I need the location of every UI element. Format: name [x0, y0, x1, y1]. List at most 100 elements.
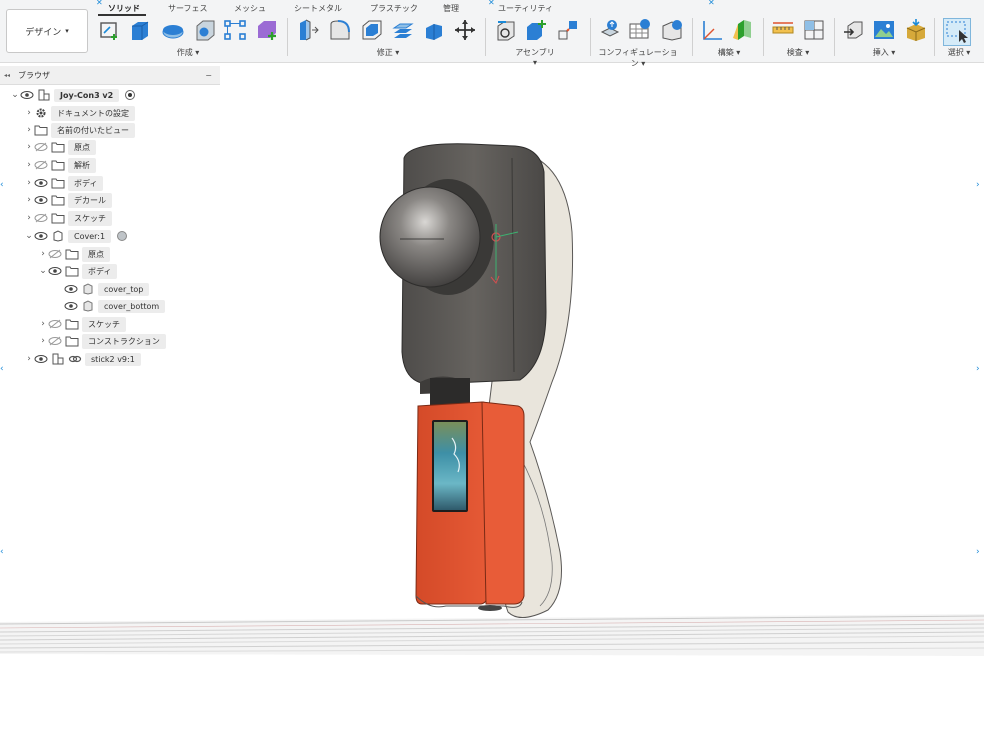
insert-derive-icon[interactable] — [842, 18, 866, 42]
group-label-create[interactable]: 作成 ▾ — [162, 47, 214, 58]
group-label-insert[interactable]: 挿入 ▾ — [866, 47, 902, 58]
browser-title: ブラウザ — [18, 70, 51, 80]
chevron-right-icon[interactable]: › — [24, 195, 34, 205]
body-icon — [83, 283, 93, 295]
browser-minimize-icon[interactable]: − — [205, 71, 212, 80]
combine-icon[interactable] — [391, 18, 415, 42]
pattern-icon[interactable] — [223, 18, 247, 42]
tab-utilities[interactable]: ユーティリティ — [498, 3, 553, 14]
shell-icon[interactable] — [360, 18, 384, 42]
tab-sheet-metal[interactable]: シートメタル — [294, 3, 342, 14]
eye-icon[interactable] — [34, 353, 48, 365]
tree-item-stick2[interactable]: › stick2 v9:1 — [24, 351, 141, 367]
chevron-down-icon[interactable]: ⌄ — [10, 90, 20, 100]
chevron-right-icon[interactable]: › — [24, 108, 34, 118]
eye-icon[interactable] — [34, 194, 48, 206]
chevron-right-icon[interactable]: › — [24, 354, 34, 364]
eye-hidden-icon[interactable] — [48, 318, 62, 330]
folder-icon — [51, 142, 65, 153]
interference-icon[interactable] — [802, 18, 826, 42]
tree-item-analysis[interactable]: › 解析 — [24, 157, 96, 173]
tab-mesh[interactable]: メッシュ — [234, 3, 266, 14]
tree-item-root[interactable]: ⌄ Joy-Con3 v2 — [10, 87, 140, 103]
workspace-label: デザイン — [25, 27, 62, 38]
offset-plane-icon[interactable] — [700, 18, 724, 42]
tree-item-bodies[interactable]: › ボディ — [24, 175, 104, 191]
eye-hidden-icon[interactable] — [34, 141, 48, 153]
chevron-down-icon[interactable]: ⌄ — [24, 231, 34, 241]
as-built-joint-icon[interactable] — [556, 18, 580, 42]
toolbar-divider — [287, 18, 288, 56]
move-copy-icon[interactable] — [453, 18, 477, 42]
hole-icon[interactable] — [193, 18, 217, 42]
workspace-switcher[interactable]: デザイン ▾ — [6, 9, 88, 53]
joint-icon[interactable] — [524, 18, 548, 42]
3d-viewport[interactable] — [0, 62, 984, 736]
replace-face-icon[interactable] — [422, 18, 446, 42]
create-sketch-icon[interactable] — [98, 18, 122, 42]
chevron-down-icon[interactable]: ⌄ — [38, 266, 48, 276]
eye-hidden-icon[interactable] — [34, 159, 48, 171]
eye-hidden-icon[interactable] — [34, 212, 48, 224]
tree-item-body-cover-top[interactable]: cover_top — [64, 281, 150, 297]
insert-canvas-icon[interactable] — [872, 18, 896, 42]
activate-radio-icon[interactable] — [115, 230, 129, 242]
browser-collapse-icon[interactable]: ◂◂ — [4, 72, 10, 79]
eye-icon[interactable] — [34, 230, 48, 242]
tree-item-cover-sketches[interactable]: › スケッチ — [38, 316, 126, 332]
activate-radio-icon[interactable] — [123, 89, 137, 101]
tree-item-cover-construction[interactable]: › コンストラクション — [38, 333, 166, 349]
extrude-icon[interactable] — [128, 18, 152, 42]
tab-solid[interactable]: ソリッド — [108, 3, 140, 14]
insert-mcmaster-icon[interactable] — [904, 18, 928, 42]
tree-item-origin[interactable]: › 原点 — [24, 139, 96, 155]
chevron-right-icon[interactable]: › — [24, 160, 34, 170]
tab-surface[interactable]: サーフェス — [168, 3, 208, 14]
tree-item-sketches[interactable]: › スケッチ — [24, 210, 112, 226]
press-pull-icon[interactable] — [296, 18, 320, 42]
link-icon — [68, 355, 82, 363]
chevron-right-icon[interactable]: › — [38, 319, 48, 329]
eye-icon[interactable] — [48, 265, 62, 277]
group-label-construct[interactable]: 構築 ▾ — [708, 47, 750, 58]
tree-item-cover-bodies[interactable]: ⌄ ボディ — [38, 263, 118, 279]
configuration-feature-icon[interactable] — [660, 18, 684, 42]
tree-item-document-settings[interactable]: › ドキュメントの設定 — [24, 105, 135, 121]
eye-icon[interactable] — [64, 283, 78, 295]
eye-icon[interactable] — [64, 300, 78, 312]
chevron-right-icon[interactable]: › — [38, 336, 48, 346]
chevron-right-icon[interactable]: › — [24, 178, 34, 188]
eye-icon[interactable] — [34, 177, 48, 189]
fillet-icon[interactable] — [328, 18, 352, 42]
tree-item-cover-origin[interactable]: › 原点 — [38, 246, 110, 262]
revolve-icon[interactable] — [161, 18, 185, 42]
eye-hidden-icon[interactable] — [48, 335, 62, 347]
tree-item-named-views[interactable]: › 名前の付いたビュー — [24, 122, 135, 138]
create-form-icon[interactable] — [255, 18, 279, 42]
tab-manage[interactable]: 管理 — [443, 3, 459, 14]
chevron-right-icon[interactable]: › — [24, 142, 34, 152]
tree-item-cover-component[interactable]: ⌄ Cover:1 — [24, 228, 132, 244]
tree-item-body-cover-bottom[interactable]: cover_bottom — [64, 298, 166, 314]
group-label-inspect[interactable]: 検査 ▾ — [780, 47, 816, 58]
new-component-icon[interactable] — [494, 18, 518, 42]
group-label-select[interactable]: 選択 ▾ — [942, 47, 976, 58]
chevron-right-icon[interactable]: › — [24, 125, 34, 135]
measure-icon[interactable] — [771, 18, 795, 42]
configure-model-icon[interactable] — [598, 18, 622, 42]
select-icon[interactable] — [943, 18, 971, 46]
plane-at-angle-icon[interactable] — [730, 18, 754, 42]
tab-plastic[interactable]: プラスチック — [370, 3, 418, 14]
group-label-modify[interactable]: 修正 ▾ — [364, 47, 412, 58]
cover-side — [481, 401, 525, 605]
analog-stick-icon — [379, 186, 481, 288]
chevron-right-icon[interactable]: › — [38, 249, 48, 259]
eye-hidden-icon[interactable] — [48, 248, 62, 260]
tree-item-decals[interactable]: › デカール — [24, 192, 112, 208]
folder-icon — [51, 178, 65, 189]
toolbar-divider — [485, 18, 486, 56]
configuration-table-icon[interactable] — [628, 18, 652, 42]
eye-icon[interactable] — [20, 89, 34, 101]
chevron-right-icon[interactable]: › — [24, 213, 34, 223]
tree-item-label: 原点 — [68, 139, 96, 155]
